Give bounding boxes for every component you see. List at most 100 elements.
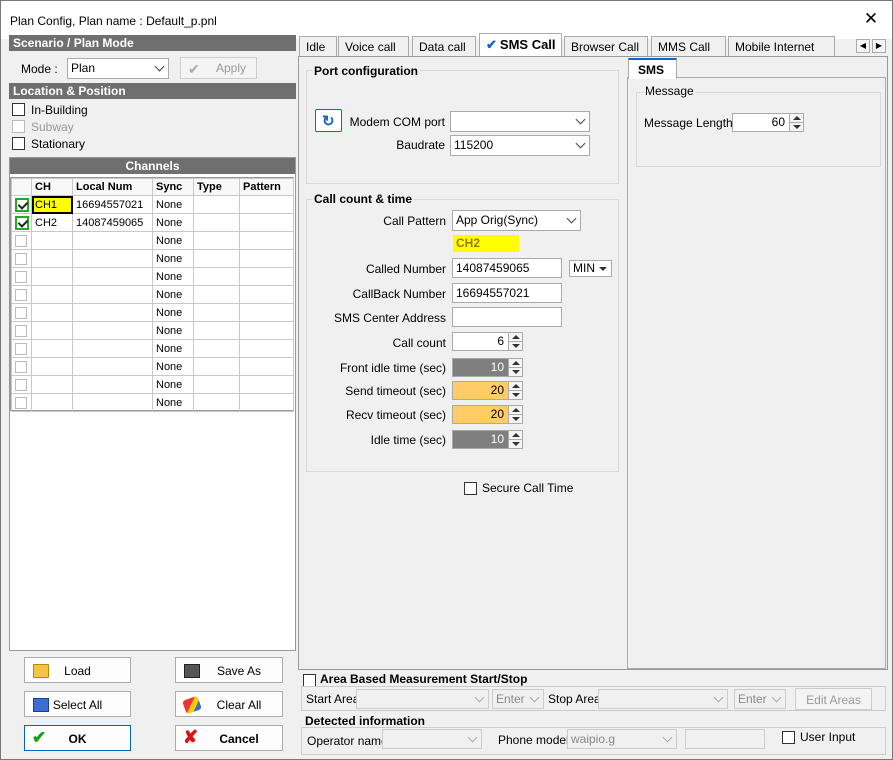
channel-checkbox[interactable] bbox=[15, 197, 29, 212]
type-cell[interactable] bbox=[193, 303, 240, 322]
tab-voice-call[interactable]: Voice call bbox=[338, 36, 409, 56]
tab-sms-call[interactable]: ✔ SMS Call bbox=[479, 33, 562, 57]
call-pattern-select[interactable]: App Orig(Sync) bbox=[452, 210, 581, 231]
tab-sms[interactable]: SMS bbox=[628, 58, 677, 79]
local-num-cell[interactable] bbox=[72, 249, 153, 268]
pattern-cell[interactable] bbox=[239, 267, 294, 286]
row-checkbox[interactable] bbox=[11, 231, 32, 250]
ch-cell[interactable] bbox=[31, 231, 73, 250]
ch-cell[interactable] bbox=[31, 321, 73, 340]
ch-cell[interactable] bbox=[31, 375, 73, 394]
clear-all-button[interactable]: Clear All bbox=[175, 691, 283, 717]
idle-time-spinner[interactable]: 10 bbox=[452, 430, 523, 449]
row-checkbox[interactable] bbox=[11, 375, 32, 394]
local-num-cell[interactable] bbox=[72, 393, 153, 412]
secure-call-checkbox[interactable] bbox=[464, 482, 477, 495]
local-num-cell[interactable] bbox=[72, 285, 153, 304]
mode-select[interactable]: Plan bbox=[67, 58, 169, 79]
user-input-checkbox[interactable] bbox=[782, 731, 795, 744]
tab-data-call[interactable]: Data call bbox=[412, 36, 476, 56]
channel-checkbox[interactable] bbox=[15, 252, 27, 265]
type-cell[interactable] bbox=[193, 213, 240, 232]
pattern-cell[interactable] bbox=[239, 357, 294, 376]
ok-button[interactable]: ✔ OK bbox=[24, 725, 131, 751]
ch-cell[interactable] bbox=[31, 267, 73, 286]
tab-scroll-right-icon[interactable]: ▶ bbox=[872, 39, 886, 53]
modem-com-select[interactable] bbox=[450, 111, 590, 132]
close-icon[interactable]: ✕ bbox=[862, 9, 880, 29]
row-checkbox[interactable] bbox=[11, 339, 32, 358]
sync-cell[interactable]: None bbox=[152, 267, 194, 286]
sync-cell[interactable]: None bbox=[152, 285, 194, 304]
recv-timeout-spinner[interactable]: 20 bbox=[452, 405, 523, 424]
row-checkbox[interactable] bbox=[11, 285, 32, 304]
channel-checkbox[interactable] bbox=[15, 234, 27, 247]
save-as-button[interactable]: Save As bbox=[175, 657, 283, 683]
type-cell[interactable] bbox=[193, 375, 240, 394]
baudrate-select[interactable]: 115200 bbox=[450, 135, 590, 156]
sync-cell[interactable]: None bbox=[152, 357, 194, 376]
ch-cell[interactable] bbox=[31, 357, 73, 376]
callback-number-input[interactable]: 16694557021 bbox=[452, 283, 562, 303]
table-row[interactable]: None bbox=[11, 375, 294, 394]
operator-name-select[interactable] bbox=[382, 729, 482, 749]
stationary-checkbox[interactable] bbox=[12, 137, 25, 150]
table-row[interactable]: None bbox=[11, 393, 294, 412]
edit-areas-button[interactable]: Edit Areas bbox=[795, 688, 872, 710]
col-header-local-num[interactable]: Local Num bbox=[72, 178, 153, 196]
start-enter-select[interactable]: Enter bbox=[492, 689, 544, 709]
type-cell[interactable] bbox=[193, 321, 240, 340]
channel-checkbox[interactable] bbox=[15, 396, 27, 409]
table-row[interactable]: None bbox=[11, 303, 294, 322]
sync-cell[interactable]: None bbox=[152, 195, 194, 214]
local-num-cell[interactable] bbox=[72, 375, 153, 394]
channel-checkbox[interactable] bbox=[15, 288, 27, 301]
ch-cell[interactable]: CH2 bbox=[31, 213, 73, 232]
select-all-button[interactable]: Select All bbox=[24, 691, 131, 717]
table-row[interactable]: None bbox=[11, 267, 294, 286]
col-header-sync[interactable]: Sync bbox=[152, 178, 194, 196]
message-length-spinner[interactable]: 60 bbox=[732, 113, 804, 132]
pattern-cell[interactable] bbox=[239, 393, 294, 412]
table-row[interactable]: None bbox=[11, 285, 294, 304]
subway-checkbox[interactable] bbox=[12, 120, 25, 133]
channel-checkbox[interactable] bbox=[15, 342, 27, 355]
tab-browser-call[interactable]: Browser Call bbox=[564, 36, 648, 56]
sync-cell[interactable]: None bbox=[152, 339, 194, 358]
pattern-cell[interactable] bbox=[239, 321, 294, 340]
tab-mms-call[interactable]: MMS Call bbox=[651, 36, 726, 56]
pattern-cell[interactable] bbox=[239, 249, 294, 268]
col-header-type[interactable]: Type bbox=[193, 178, 240, 196]
sms-center-input[interactable] bbox=[452, 307, 562, 327]
type-cell[interactable] bbox=[193, 231, 240, 250]
local-num-cell[interactable] bbox=[72, 267, 153, 286]
ch-cell[interactable] bbox=[31, 249, 73, 268]
row-checkbox[interactable] bbox=[11, 321, 32, 340]
row-checkbox[interactable] bbox=[11, 303, 32, 322]
local-num-cell[interactable] bbox=[72, 231, 153, 250]
table-row[interactable]: None bbox=[11, 249, 294, 268]
pattern-cell[interactable] bbox=[239, 285, 294, 304]
ch-cell[interactable] bbox=[31, 339, 73, 358]
phone-model-select[interactable]: waipio.g bbox=[567, 729, 677, 749]
row-checkbox[interactable] bbox=[11, 267, 32, 286]
type-cell[interactable] bbox=[193, 195, 240, 214]
ch-cell[interactable] bbox=[31, 285, 73, 304]
tab-mobile-internet[interactable]: Mobile Internet bbox=[728, 36, 835, 56]
pattern-cell[interactable] bbox=[239, 195, 294, 214]
local-num-cell[interactable] bbox=[72, 357, 153, 376]
col-header-ch[interactable]: CH bbox=[31, 178, 73, 196]
apply-button[interactable]: ✔ Apply bbox=[180, 57, 257, 79]
local-num-cell[interactable] bbox=[72, 339, 153, 358]
tab-idle[interactable]: Idle bbox=[299, 36, 337, 56]
row-checkbox[interactable] bbox=[11, 357, 32, 376]
pattern-cell[interactable] bbox=[239, 213, 294, 232]
ch-cell[interactable]: CH1 bbox=[31, 195, 73, 214]
stop-enter-select[interactable]: Enter bbox=[734, 689, 786, 709]
sync-cell[interactable]: None bbox=[152, 321, 194, 340]
channel-checkbox[interactable] bbox=[15, 324, 27, 337]
table-row[interactable]: CH1 16694557021 None bbox=[11, 195, 294, 214]
table-row[interactable]: None bbox=[11, 231, 294, 250]
pattern-cell[interactable] bbox=[239, 303, 294, 322]
sync-cell[interactable]: None bbox=[152, 249, 194, 268]
